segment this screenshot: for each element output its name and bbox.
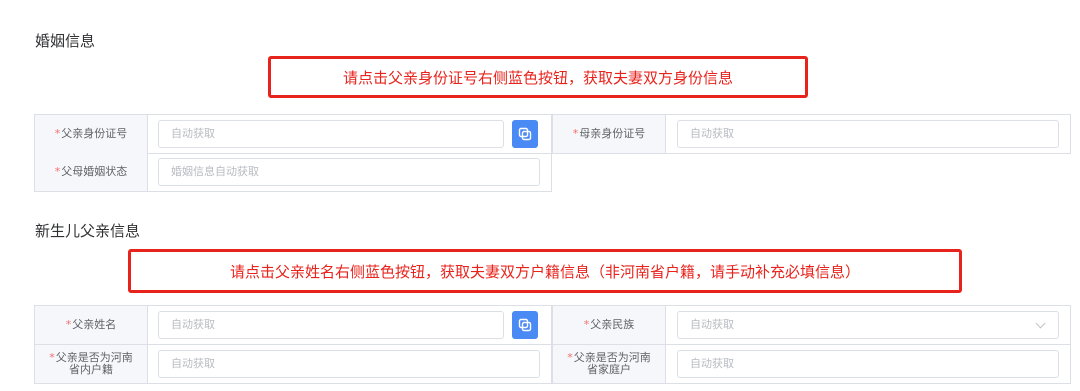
fetch-household-button[interactable] [512, 311, 538, 339]
table-row: *父亲是否为河南 省内户籍 自动获取 *父亲是否为河南 省家庭户 自动获取 [34, 345, 1071, 384]
section-title-marriage: 婚姻信息 [35, 32, 96, 50]
father-id-cell: 自动获取 [148, 115, 552, 153]
father-ethnicity-cell: 自动获取 [666, 306, 1071, 344]
father-ethnicity-select[interactable]: 自动获取 [677, 311, 1059, 339]
father-name-cell: 自动获取 [148, 306, 552, 344]
father-henan-huji-cell: 自动获取 [148, 345, 552, 383]
mother-id-label: * 母亲身份证号 [552, 115, 666, 153]
marriage-status-input[interactable]: 婚姻信息自动获取 [158, 158, 540, 186]
father-henan-family-input[interactable]: 自动获取 [677, 350, 1059, 378]
table-row: * 父亲姓名 自动获取 * 父亲民族 自动获取 [34, 306, 1071, 345]
father-henan-family-cell: 自动获取 [666, 345, 1071, 383]
father-name-input[interactable]: 自动获取 [158, 311, 504, 339]
father-table: * 父亲姓名 自动获取 * 父亲民族 自动获取 *父亲是否为河南 省内户籍 自动获取 [34, 305, 1071, 384]
table-row: * 父母婚姻状态 婚姻信息自动获取 [34, 153, 552, 192]
marriage-table: * 父亲身份证号 自动获取 * 母亲身份证号 自动获取 [34, 114, 1071, 154]
father-henan-huji-label: *父亲是否为河南 省内户籍 [34, 345, 148, 383]
mother-id-cell: 自动获取 [666, 115, 1071, 153]
copy-icon [518, 127, 532, 141]
table-row: * 父亲身份证号 自动获取 * 母亲身份证号 自动获取 [34, 115, 1071, 154]
marriage-status-label: * 父母婚姻状态 [34, 153, 148, 191]
father-name-label: * 父亲姓名 [34, 306, 148, 344]
father-henan-family-label: *父亲是否为河南 省家庭户 [552, 345, 666, 383]
notice-father: 请点击父亲姓名右侧蓝色按钮，获取夫妻双方户籍信息（非河南省户籍，请手动补充必填信… [128, 249, 962, 293]
copy-icon [518, 318, 532, 332]
section-title-father: 新生儿父亲信息 [35, 222, 141, 240]
father-henan-huji-input[interactable]: 自动获取 [158, 350, 540, 378]
marriage-status-row: * 父母婚姻状态 婚姻信息自动获取 [34, 153, 552, 192]
father-id-label: * 父亲身份证号 [34, 115, 148, 153]
father-ethnicity-label: * 父亲民族 [552, 306, 666, 344]
marriage-status-cell: 婚姻信息自动获取 [148, 153, 552, 191]
fetch-identity-button[interactable] [512, 120, 538, 148]
notice-marriage: 请点击父亲身份证号右侧蓝色按钮，获取夫妻双方身份信息 [268, 56, 808, 98]
mother-id-input[interactable]: 自动获取 [677, 120, 1059, 148]
father-id-input[interactable]: 自动获取 [158, 120, 504, 148]
